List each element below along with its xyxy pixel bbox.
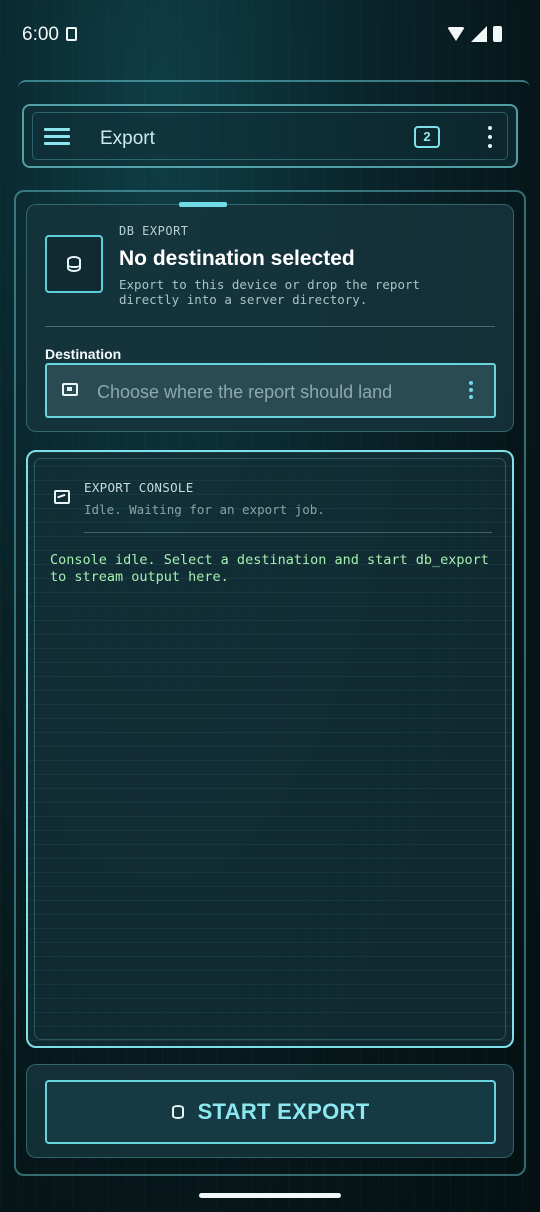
destination-input[interactable] — [95, 378, 439, 406]
sim-icon — [66, 27, 77, 41]
export-console: EXPORT CONSOLE Idle. Waiting for an expo… — [26, 450, 514, 1048]
signal-icon — [471, 26, 487, 42]
destination-label: Destination — [45, 346, 122, 362]
start-export-label: START EXPORT — [197, 1099, 370, 1124]
app-bar: Export 2 — [22, 104, 518, 168]
console-status: Idle. Waiting for an export job. — [84, 502, 325, 517]
gesture-nav-handle[interactable] — [199, 1193, 341, 1198]
page-title: Export — [100, 128, 155, 149]
card-overline: DB EXPORT — [119, 224, 189, 238]
menu-icon[interactable] — [44, 128, 70, 146]
database-icon — [45, 235, 103, 293]
more-vert-icon[interactable] — [482, 124, 498, 152]
wifi-icon — [447, 27, 465, 41]
console-divider — [84, 532, 492, 533]
console-title: EXPORT CONSOLE — [84, 480, 194, 495]
action-bar: START EXPORT — [26, 1064, 514, 1158]
status-time: 6:00 — [22, 24, 59, 45]
divider — [45, 326, 495, 327]
count-badge[interactable]: 2 — [414, 126, 440, 148]
battery-icon — [493, 26, 502, 42]
export-destination-card: DB EXPORT No destination selected Export… — [26, 202, 514, 432]
start-export-button[interactable]: START EXPORT — [45, 1080, 496, 1144]
database-icon — [171, 1105, 184, 1119]
terminal-icon — [54, 490, 70, 504]
destination-field[interactable] — [45, 363, 496, 418]
folder-icon — [62, 383, 78, 396]
card-description: Export to this device or drop the report… — [119, 277, 421, 307]
console-inner-frame — [34, 458, 506, 1040]
status-icons — [447, 26, 502, 42]
destination-options-icon[interactable] — [468, 381, 474, 401]
console-output: Console idle. Select a destination and s… — [50, 552, 489, 585]
card-title: No destination selected — [119, 247, 355, 270]
card-accent — [179, 202, 227, 207]
status-bar: 6:00 — [0, 0, 540, 70]
